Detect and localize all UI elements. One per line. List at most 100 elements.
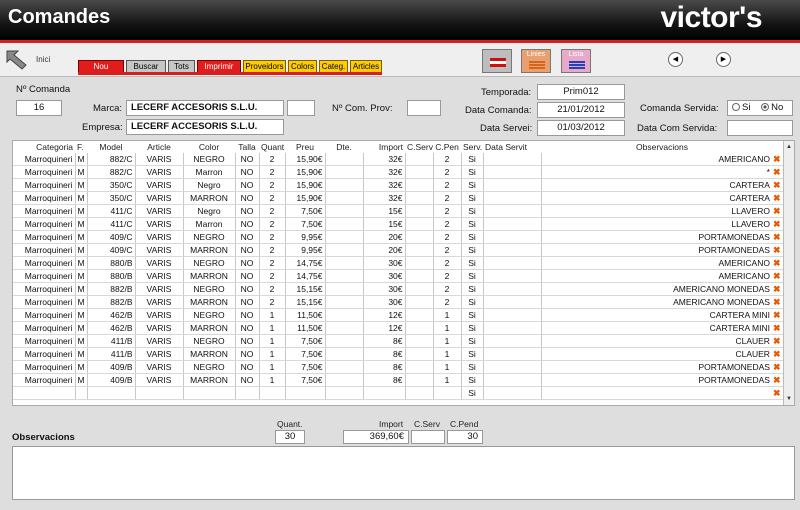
table-cell[interactable]: M [75, 347, 88, 362]
table-cell[interactable]: VARIS [135, 269, 184, 284]
observacions-cell[interactable]: CLAUER ✖ [541, 334, 784, 349]
table-cell[interactable]: Marroquineri [13, 153, 76, 167]
data-comanda-field[interactable]: 21/01/2012 [537, 102, 625, 118]
table-cell[interactable]: VARIS [135, 217, 184, 232]
table-cell[interactable] [363, 386, 406, 401]
table-cell[interactable] [325, 269, 364, 284]
table-cell[interactable]: 880/B [87, 256, 136, 271]
table-cell[interactable] [405, 386, 434, 401]
table-row[interactable]: Marroquineri M 350/C VARIS MARRON NO 2 15,90€ 32… [13, 191, 784, 206]
table-cell[interactable]: 1 [259, 321, 286, 336]
table-cell[interactable] [325, 334, 364, 349]
table-cell[interactable] [483, 386, 542, 401]
table-cell[interactable]: M [75, 165, 88, 180]
table-cell[interactable] [325, 230, 364, 245]
observacions-textarea[interactable] [12, 446, 795, 500]
table-cell[interactable] [405, 347, 434, 362]
table-cell[interactable]: M [75, 178, 88, 193]
marca-extra-field[interactable] [287, 100, 315, 116]
table-row[interactable]: Marroquineri M 882/B VARIS NEGRO NO 2 15,15€ 30€… [13, 282, 784, 297]
table-cell[interactable]: 2 [433, 178, 462, 193]
table-cell[interactable] [483, 230, 542, 245]
delete-x-icon[interactable]: ✖ [773, 322, 781, 334]
table-cell[interactable]: Si [461, 321, 484, 336]
table-cell[interactable]: Si [461, 217, 484, 232]
table-cell[interactable]: 32€ [363, 153, 406, 167]
table-cell[interactable]: 15,90€ [285, 191, 326, 206]
table-cell[interactable]: Marroquineri [13, 308, 76, 323]
table-cell[interactable]: NEGRO [183, 308, 236, 323]
table-cell[interactable]: Si [461, 243, 484, 258]
table-cell[interactable] [75, 386, 88, 401]
table-cell[interactable]: Si [461, 295, 484, 310]
table-cell[interactable] [483, 347, 542, 362]
table-cell[interactable]: Si [461, 347, 484, 362]
table-cell[interactable] [325, 153, 364, 167]
table-cell[interactable]: 350/C [87, 178, 136, 193]
table-cell[interactable]: VARIS [135, 347, 184, 362]
table-cell[interactable]: NO [235, 334, 260, 349]
table-cell[interactable]: 2 [259, 178, 286, 193]
delete-x-icon[interactable]: ✖ [773, 179, 781, 191]
table-cell[interactable]: VARIS [135, 256, 184, 271]
table-cell[interactable]: 2 [433, 269, 462, 284]
table-cell[interactable]: 30€ [363, 256, 406, 271]
table-cell[interactable]: 2 [259, 165, 286, 180]
table-cell[interactable]: 411/C [87, 217, 136, 232]
table-cell[interactable]: M [75, 269, 88, 284]
table-cell[interactable]: Marroquineri [13, 321, 76, 336]
data-com-servida-field[interactable] [727, 120, 793, 136]
table-cell[interactable]: VARIS [135, 360, 184, 375]
temporada-field[interactable]: Prim012 [537, 84, 625, 100]
table-cell[interactable]: 7,50€ [285, 204, 326, 219]
table-cell[interactable]: 882/B [87, 282, 136, 297]
table-cell[interactable]: VARIS [135, 204, 184, 219]
table-cell[interactable]: 2 [259, 282, 286, 297]
table-cell[interactable]: M [75, 321, 88, 336]
table-cell[interactable] [183, 386, 236, 401]
column-header[interactable]: C.Serv [405, 141, 433, 153]
observacions-cell[interactable]: AMERICANO ✖ [541, 269, 784, 284]
table-cell[interactable] [13, 386, 76, 401]
table-cell[interactable]: 2 [433, 295, 462, 310]
table-cell[interactable]: 2 [259, 191, 286, 206]
table-cell[interactable]: NO [235, 308, 260, 323]
table-cell[interactable]: NO [235, 153, 260, 167]
table-cell[interactable]: M [75, 308, 88, 323]
table-cell[interactable]: 32€ [363, 165, 406, 180]
table-cell[interactable]: 2 [433, 230, 462, 245]
table-cell[interactable]: 2 [433, 191, 462, 206]
scroll-up-icon[interactable]: ▲ [785, 143, 793, 151]
table-cell[interactable]: 2 [433, 165, 462, 180]
table-row[interactable]: Marroquineri M 409/B VARIS NEGRO NO 1 7,50€ 8€ 1 S… [13, 360, 784, 375]
table-row[interactable]: Marroquineri M 882/B VARIS MARRON NO 2 15,15€ 30… [13, 295, 784, 310]
table-cell[interactable]: Marroquineri [13, 269, 76, 284]
column-header[interactable]: Model [87, 141, 135, 153]
table-cell[interactable] [483, 321, 542, 336]
observacions-cell[interactable]: LLAVERO ✖ [541, 204, 784, 219]
observacions-cell[interactable]: PORTAMONEDAS ✖ [541, 230, 784, 245]
table-cell[interactable]: NEGRO [183, 360, 236, 375]
table-cell[interactable]: Si [461, 256, 484, 271]
table-cell[interactable]: NO [235, 230, 260, 245]
table-cell[interactable]: MARRON [183, 321, 236, 336]
observacions-cell[interactable]: PORTAMONEDAS ✖ [541, 373, 784, 388]
table-cell[interactable]: M [75, 191, 88, 206]
table-cell[interactable]: 882/B [87, 295, 136, 310]
table-cell[interactable]: Si [461, 308, 484, 323]
inici-label[interactable]: Inici [36, 55, 50, 64]
table-cell[interactable]: NO [235, 269, 260, 284]
table-cell[interactable]: 411/B [87, 334, 136, 349]
table-cell[interactable]: M [75, 243, 88, 258]
table-cell[interactable] [325, 243, 364, 258]
table-cell[interactable]: NO [235, 373, 260, 388]
column-header[interactable]: Dte. [325, 141, 363, 153]
table-cell[interactable] [259, 386, 286, 401]
table-cell[interactable]: M [75, 295, 88, 310]
table-cell[interactable]: NO [235, 178, 260, 193]
table-cell[interactable] [405, 295, 434, 310]
table-cell[interactable]: Marroquineri [13, 256, 76, 271]
table-cell[interactable]: 7,50€ [285, 347, 326, 362]
next-circle-icon[interactable]: ▶ [716, 52, 731, 67]
table-cell[interactable]: MARRON [183, 373, 236, 388]
